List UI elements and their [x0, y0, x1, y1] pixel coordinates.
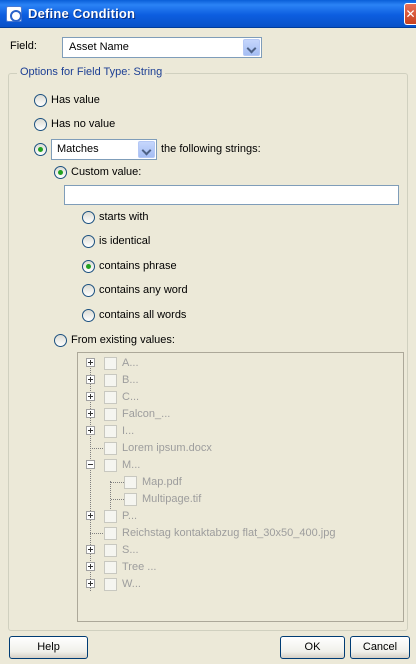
tree-item-label: M...	[122, 459, 141, 471]
tree-item[interactable]: B...	[78, 372, 398, 388]
existing-values-tree[interactable]: A... B... C... Falcon_... I... Lorem ips…	[77, 352, 404, 622]
tree-checkbox[interactable]	[104, 391, 117, 404]
contains-any-word-radio[interactable]	[82, 284, 95, 297]
existing-values-label[interactable]: From existing values:	[71, 334, 175, 346]
tree-checkbox[interactable]	[104, 561, 117, 574]
custom-value-radio[interactable]	[54, 166, 67, 179]
chevron-down-icon[interactable]	[138, 141, 155, 158]
title-bar: Define Condition ✕	[0, 0, 416, 28]
options-group-legend: Options for Field Type: String	[17, 66, 166, 78]
field-select-value: Asset Name	[69, 41, 129, 53]
close-button[interactable]: ✕	[404, 3, 416, 25]
tree-item[interactable]: Tree ...	[78, 559, 398, 575]
existing-values-radio[interactable]	[54, 334, 67, 347]
tree-item-label: W...	[122, 578, 141, 590]
tree-checkbox[interactable]	[104, 374, 117, 387]
tree-item[interactable]: W...	[78, 576, 398, 592]
expand-icon[interactable]	[86, 579, 95, 588]
is-identical-label[interactable]: is identical	[99, 235, 150, 247]
tree-item-label: Map.pdf	[142, 476, 182, 488]
tree-item[interactable]: S...	[78, 542, 398, 558]
starts-with-radio[interactable]	[82, 211, 95, 224]
tree-item-label: I...	[122, 425, 135, 437]
expand-icon[interactable]	[86, 375, 95, 384]
expand-icon[interactable]	[86, 562, 95, 571]
tree-item[interactable]: Map.pdf	[78, 474, 398, 490]
tree-item-label: Falcon_...	[122, 408, 171, 420]
match-operator-value: Matches	[57, 143, 99, 155]
tree-checkbox[interactable]	[104, 578, 117, 591]
has-value-label[interactable]: Has value	[51, 94, 100, 106]
tree-item-label: Tree ...	[122, 561, 157, 573]
window-title: Define Condition	[28, 6, 136, 21]
tree-item-label: P...	[122, 510, 138, 522]
tree-checkbox[interactable]	[104, 544, 117, 557]
tree-connector	[111, 499, 124, 500]
contains-all-words-radio[interactable]	[82, 309, 95, 322]
ok-button[interactable]: OK	[280, 636, 345, 659]
field-label: Field:	[10, 40, 37, 52]
match-operator-select[interactable]: Matches	[51, 139, 157, 160]
has-value-radio[interactable]	[34, 94, 47, 107]
tree-item-label: S...	[122, 544, 139, 556]
expand-icon[interactable]	[86, 392, 95, 401]
matches-radio[interactable]	[34, 143, 47, 156]
tree-item[interactable]: C...	[78, 389, 398, 405]
tree-item-label: Reichstag kontaktabzug flat_30x50_400.jp…	[122, 527, 336, 539]
tree-item[interactable]: Reichstag kontaktabzug flat_30x50_400.jp…	[78, 525, 398, 541]
tree-checkbox[interactable]	[104, 459, 117, 472]
tree-connector	[90, 533, 103, 534]
has-no-value-label[interactable]: Has no value	[51, 118, 115, 130]
tree-item-label: Lorem ipsum.docx	[122, 442, 212, 454]
is-identical-radio[interactable]	[82, 235, 95, 248]
field-select[interactable]: Asset Name	[62, 37, 262, 58]
tree-item[interactable]: Lorem ipsum.docx	[78, 440, 398, 456]
tree-item-label: B...	[122, 374, 139, 386]
tree-item[interactable]: P...	[78, 508, 398, 524]
help-button[interactable]: Help	[9, 636, 88, 659]
tree-checkbox[interactable]	[124, 493, 137, 506]
contains-phrase-label[interactable]: contains phrase	[99, 260, 177, 272]
custom-value-label[interactable]: Custom value:	[71, 166, 141, 178]
has-no-value-radio[interactable]	[34, 118, 47, 131]
tree-item[interactable]: I...	[78, 423, 398, 439]
collapse-icon[interactable]	[86, 460, 95, 469]
custom-value-input[interactable]	[64, 185, 399, 205]
app-icon	[6, 6, 22, 22]
following-strings-label: the following strings:	[161, 143, 261, 155]
expand-icon[interactable]	[86, 426, 95, 435]
tree-item-label: C...	[122, 391, 140, 403]
starts-with-label[interactable]: starts with	[99, 211, 149, 223]
tree-checkbox[interactable]	[124, 476, 137, 489]
expand-icon[interactable]	[86, 511, 95, 520]
expand-icon[interactable]	[86, 545, 95, 554]
tree-item[interactable]: M...	[78, 457, 398, 473]
tree-checkbox[interactable]	[104, 357, 117, 370]
contains-phrase-radio[interactable]	[82, 260, 95, 273]
tree-checkbox[interactable]	[104, 527, 117, 540]
tree-connector	[90, 448, 103, 449]
tree-item-label: A...	[122, 357, 139, 369]
cancel-button[interactable]: Cancel	[350, 636, 410, 659]
tree-checkbox[interactable]	[104, 425, 117, 438]
expand-icon[interactable]	[86, 409, 95, 418]
chevron-down-icon[interactable]	[243, 39, 260, 56]
contains-any-word-label[interactable]: contains any word	[99, 284, 188, 296]
tree-item[interactable]: Falcon_...	[78, 406, 398, 422]
tree-item[interactable]: Multipage.tif	[78, 491, 398, 507]
tree-checkbox[interactable]	[104, 442, 117, 455]
tree-item[interactable]: A...	[78, 355, 398, 371]
tree-connector	[111, 482, 124, 483]
tree-checkbox[interactable]	[104, 408, 117, 421]
expand-icon[interactable]	[86, 358, 95, 367]
tree-item-label: Multipage.tif	[142, 493, 202, 505]
contains-all-words-label[interactable]: contains all words	[99, 309, 186, 321]
tree-checkbox[interactable]	[104, 510, 117, 523]
